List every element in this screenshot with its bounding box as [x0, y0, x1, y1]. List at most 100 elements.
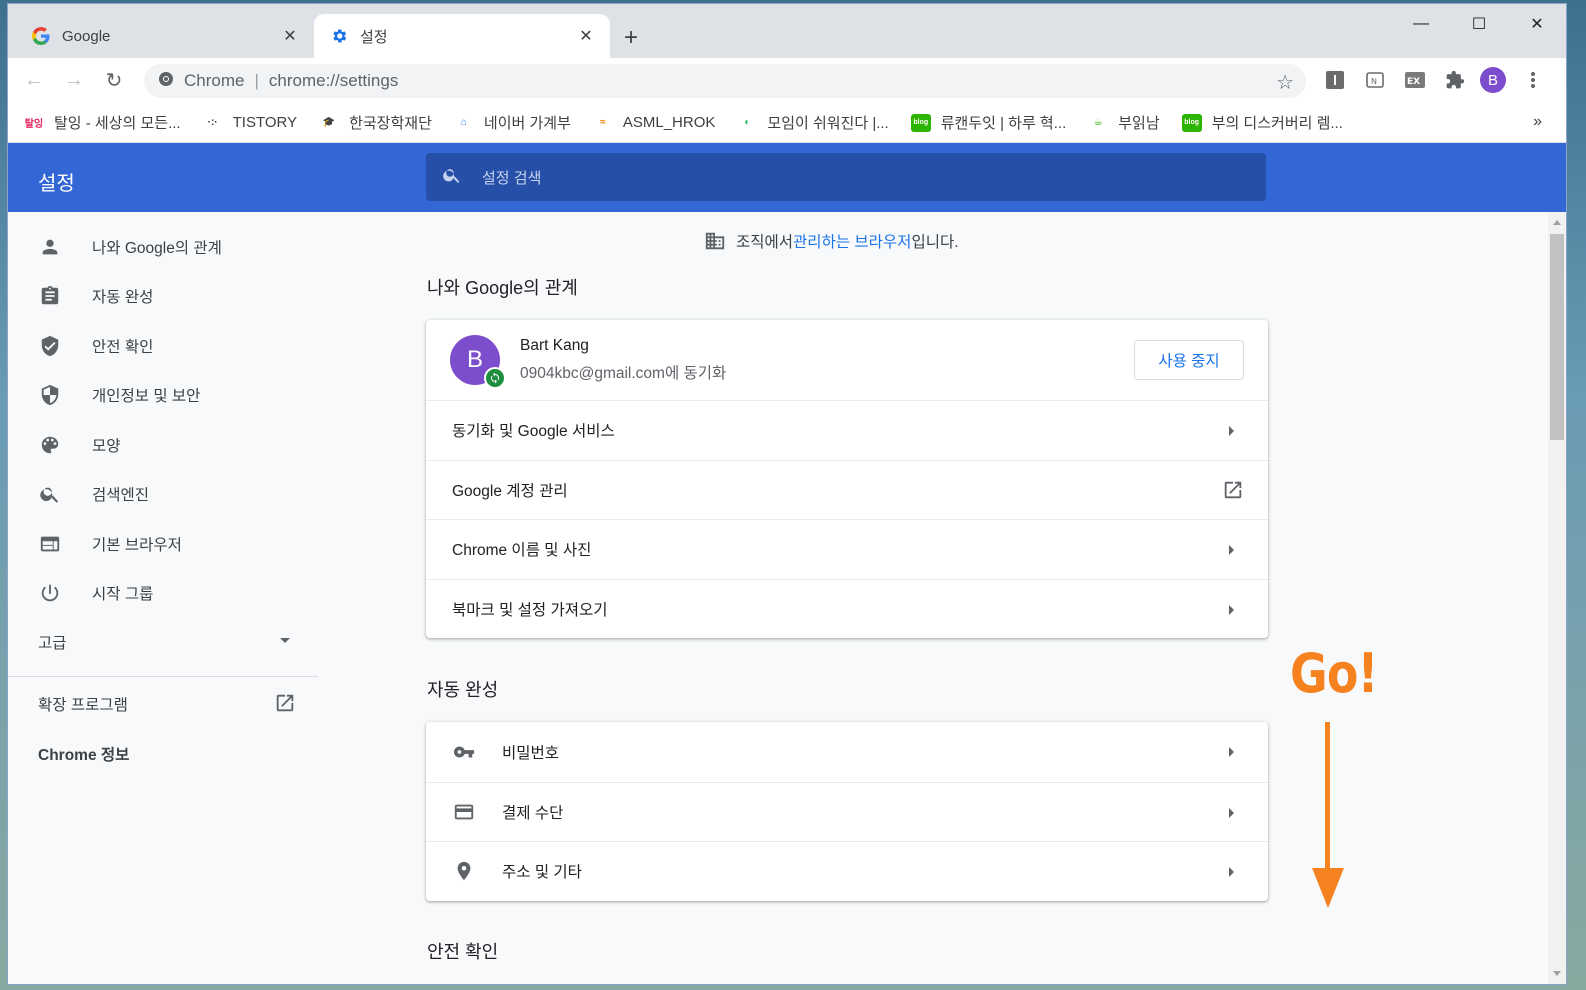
tab-strip: Google ✕ 설정 ✕ + — ☐ ✕: [8, 4, 1566, 58]
managed-notice: 조직에서 관리하는 브라우저 입니다.: [704, 230, 959, 252]
settings-content: 나와 Google의 관계 자동 완성 안전 확인 개인정보 및 보안 모양 검색엔진 기본…: [8, 212, 1566, 984]
bookmark-favicon-icon: ≈: [600, 117, 606, 128]
down-arrow-annotation-icon: [1312, 722, 1344, 908]
gear-icon: [330, 27, 348, 45]
close-icon[interactable]: ✕: [576, 26, 596, 46]
tab-settings[interactable]: 설정 ✕: [314, 14, 610, 58]
autofill-card: 비밀번호 결제 수단 주소 및 기타: [426, 722, 1268, 901]
page-scrollbar[interactable]: [1548, 212, 1566, 984]
address-bar[interactable]: Chrome | chrome://settings ☆: [144, 64, 1306, 98]
section-title-autofill: 자동 완성: [427, 680, 499, 700]
row-chrome-name-photo[interactable]: Chrome 이름 및 사진: [426, 519, 1268, 579]
chevron-right-icon: [1229, 867, 1234, 877]
avatar-initial: B: [466, 346, 483, 373]
sidebar-advanced[interactable]: 고급: [8, 618, 318, 666]
bookmark-favicon-icon: ⌂: [460, 117, 467, 128]
omnibox-url: chrome://settings: [268, 71, 399, 90]
sidebar-item-0[interactable]: 나와 Google의 관계: [8, 222, 318, 272]
bookmark-item[interactable]: ≈ ASML_HROK: [593, 114, 715, 132]
sidebar-item-3[interactable]: 개인정보 및 보안: [8, 371, 318, 421]
profile-info: Bart Kang 0904kbc@gmail.com에 동기화: [520, 337, 726, 383]
google-g-icon: [32, 27, 50, 45]
star-icon[interactable]: ☆: [1276, 70, 1294, 95]
bookmark-label: 탈잉 - 세상의 모든...: [54, 115, 181, 132]
forward-arrow-icon[interactable]: →: [54, 61, 94, 101]
section-title-you-and-google: 나와 Google의 관계: [427, 278, 578, 298]
bookmark-label: 부읽남: [1118, 115, 1160, 132]
close-icon[interactable]: ✕: [280, 26, 300, 46]
sidebar-about-chrome[interactable]: Chrome 정보: [8, 729, 318, 779]
scrollbar-thumb[interactable]: [1550, 234, 1564, 440]
svg-text:N: N: [1371, 77, 1377, 86]
bookmark-item[interactable]: ☕ 부읽남: [1088, 112, 1160, 133]
bookmark-item[interactable]: ·:· TISTORY: [203, 114, 297, 132]
puzzle-icon[interactable]: [1444, 69, 1466, 91]
reload-icon[interactable]: ↻: [94, 61, 134, 101]
close-window-icon[interactable]: ✕: [1508, 4, 1566, 44]
managed-prefix: 조직에서: [736, 234, 794, 251]
bookmark-item[interactable]: 🎓 한국장학재단: [319, 112, 432, 133]
tab-google[interactable]: Google ✕: [16, 14, 314, 58]
sidebar-item-5[interactable]: 검색엔진: [8, 470, 318, 520]
bookmark-label: 네이버 가계부: [483, 115, 571, 132]
profile-row: B Bart Kang 0904kbc@gmail.com에 동기화 사용 중지: [426, 320, 1268, 400]
row-addresses[interactable]: 주소 및 기타: [426, 841, 1268, 901]
bookmark-label: TISTORY: [232, 114, 298, 131]
extension-n-icon[interactable]: N: [1364, 69, 1386, 91]
page-title: 설정: [38, 173, 75, 195]
location-pin-icon: [452, 859, 476, 883]
section-title-safety-check: 안전 확인: [427, 942, 499, 962]
chevron-right-icon: [1229, 604, 1234, 615]
row-sync-services[interactable]: 동기화 및 Google 서비스: [426, 400, 1268, 460]
bookmarks-overflow-button[interactable]: »: [1533, 113, 1542, 131]
sidebar-extensions[interactable]: 확장 프로그램: [8, 679, 318, 729]
row-passwords[interactable]: 비밀번호: [426, 722, 1268, 782]
back-arrow-icon[interactable]: ←: [14, 61, 54, 101]
bookmark-item[interactable]: ◐ 모임이 쉬워진다 |...: [737, 112, 888, 133]
scroll-up-icon[interactable]: [1553, 220, 1561, 225]
extension-i-icon[interactable]: [1324, 69, 1346, 91]
bookmark-favicon-icon: ☕: [1093, 117, 1103, 128]
window-controls: — ☐ ✕: [1392, 4, 1566, 44]
new-tab-button[interactable]: +: [624, 24, 638, 52]
extension-ex-icon[interactable]: EX: [1404, 69, 1426, 91]
minimize-icon[interactable]: —: [1392, 4, 1450, 44]
bookmark-item[interactable]: blog 류캔두잇 | 하루 혁...: [910, 112, 1066, 133]
key-icon: [452, 740, 476, 764]
row-manage-account[interactable]: Google 계정 관리: [426, 459, 1268, 520]
sidebar-item-6[interactable]: 기본 브라우저: [8, 519, 318, 569]
more-vert-icon[interactable]: [1522, 69, 1544, 91]
settings-search-input[interactable]: 설정 검색: [426, 153, 1266, 201]
sidebar-item-4[interactable]: 모양: [8, 420, 318, 470]
tab-title: 설정: [360, 28, 388, 46]
sidebar-item-label: 시작 그룹: [92, 586, 154, 604]
sidebar-item-label: 자동 완성: [92, 289, 154, 307]
chevron-right-icon: [1229, 545, 1234, 555]
clipboard-icon: [38, 284, 62, 308]
profile-avatar[interactable]: B: [1480, 67, 1506, 93]
palette-icon: [38, 433, 62, 457]
turn-off-sync-button[interactable]: 사용 중지: [1134, 340, 1244, 380]
sidebar-item-1[interactable]: 자동 완성: [8, 272, 318, 322]
avatar: B: [1480, 67, 1506, 93]
profile-name: Bart Kang: [520, 337, 589, 354]
omnibox-separator: |: [254, 71, 259, 90]
avatar: B: [450, 335, 506, 389]
managed-suffix: 입니다.: [911, 234, 959, 251]
bookmark-item[interactable]: 탈잉 탈잉 - 세상의 모든...: [24, 112, 181, 133]
bookmark-item[interactable]: blog 부의 디스커버리 렘...: [1181, 112, 1343, 133]
bookmark-favicon-icon: ◐: [744, 117, 751, 128]
row-import-bookmarks[interactable]: 북마크 및 설정 가져오기: [426, 578, 1268, 639]
managed-link[interactable]: 관리하는 브라우저: [793, 230, 911, 252]
maximize-icon[interactable]: ☐: [1450, 4, 1508, 44]
scroll-down-icon[interactable]: [1553, 971, 1561, 976]
person-icon: [38, 235, 62, 259]
sidebar-item-7[interactable]: 시작 그룹: [8, 569, 318, 619]
bookmark-item[interactable]: ⌂ 네이버 가계부: [454, 112, 571, 133]
row-payment-methods[interactable]: 결제 수단: [426, 781, 1268, 842]
chevron-right-icon: [1229, 747, 1234, 757]
sidebar-item-2[interactable]: 안전 확인: [8, 321, 318, 371]
bookmark-label: 부의 디스커버리 렘...: [1211, 115, 1343, 132]
omnibox-site: Chrome: [184, 71, 245, 90]
power-icon: [38, 581, 62, 605]
